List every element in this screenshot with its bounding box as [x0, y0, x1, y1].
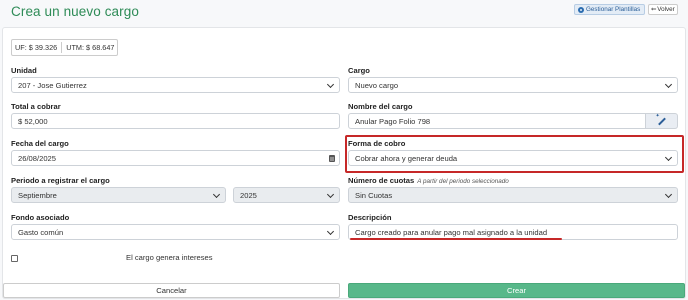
unidad-label: Unidad [11, 66, 37, 75]
nombre-value: Anular Pago Folio 798 [355, 116, 431, 126]
fondo-select[interactable]: Gasto común [11, 224, 340, 240]
manage-templates-button[interactable]: Gestionar Plantillas [574, 4, 645, 15]
cuotas-value: Sin Cuotas [355, 190, 393, 200]
periodo-month-select[interactable]: Septiembre [11, 187, 226, 203]
total-value: $ 52,000 [18, 116, 48, 126]
uf-value: UF: $ 39.326 [15, 43, 58, 52]
total-input[interactable]: $ 52,000 [11, 113, 340, 129]
page-title: Crea un nuevo cargo [11, 4, 139, 19]
periodo-year-select[interactable]: 2025 [233, 187, 340, 203]
gear-icon [578, 6, 584, 13]
intereses-label: El cargo genera intereses [126, 253, 213, 262]
chevron-down-icon [664, 80, 673, 89]
unidad-select[interactable]: 207 - Jose Gutierrez [11, 77, 340, 93]
cuotas-label: Número de cuotas A partir del periodo sel… [348, 176, 509, 185]
nombre-label: Nombre del cargo [348, 102, 413, 111]
intereses-checkbox[interactable] [11, 255, 18, 262]
unidad-value: 207 - Jose Gutierrez [18, 80, 87, 90]
fecha-input[interactable]: 26/08/2025 [11, 150, 340, 166]
periodo-label: Periodo a registrar el cargo [11, 176, 110, 185]
total-label: Total a cobrar [11, 102, 61, 111]
periodo-month-value: Septiembre [18, 190, 57, 200]
cargo-label: Cargo [348, 66, 370, 75]
cargo-select[interactable]: Nuevo cargo [348, 77, 678, 93]
cargo-value: Nuevo cargo [355, 80, 399, 90]
nombre-input[interactable]: Anular Pago Folio 798 [348, 113, 646, 129]
descripcion-value: Cargo creado para anular pago mal asigna… [355, 227, 548, 237]
indicator-divider [61, 42, 63, 53]
descripcion-underline-mark [350, 238, 562, 240]
magic-wand-icon [656, 113, 666, 125]
descripcion-label: Descripción [348, 213, 392, 222]
fondo-label: Fondo asociado [11, 213, 70, 222]
create-button[interactable]: Crear [348, 283, 685, 298]
back-arrow-icon: ⇐ [651, 6, 657, 13]
fondo-value: Gasto común [18, 227, 64, 237]
chevron-down-icon [664, 190, 673, 199]
periodo-year-value: 2025 [240, 190, 257, 200]
cuotas-select[interactable]: Sin Cuotas [348, 187, 678, 203]
back-label: Volver [657, 6, 675, 13]
back-button[interactable]: ⇐ Volver [648, 4, 678, 15]
cuotas-hint: A partir del periodo seleccionado [417, 178, 509, 185]
cancel-button[interactable]: Cancelar [3, 283, 340, 298]
economic-indicators: UF: $ 39.326 UTM: $ 68.647 [11, 39, 119, 56]
chevron-down-icon [326, 190, 335, 199]
chevron-down-icon [326, 80, 335, 89]
fecha-label: Fecha del cargo [11, 139, 69, 148]
chevron-down-icon [212, 190, 221, 199]
calendar-icon[interactable] [329, 155, 335, 162]
utm-value: UTM: $ 68.647 [66, 43, 115, 52]
cuotas-label-text: Número de cuotas [348, 176, 415, 185]
chevron-down-icon [326, 227, 335, 236]
forma-highlight-box [345, 135, 684, 173]
generate-name-button[interactable] [646, 113, 678, 129]
manage-templates-label: Gestionar Plantillas [586, 6, 641, 13]
fecha-value: 26/08/2025 [18, 153, 57, 163]
